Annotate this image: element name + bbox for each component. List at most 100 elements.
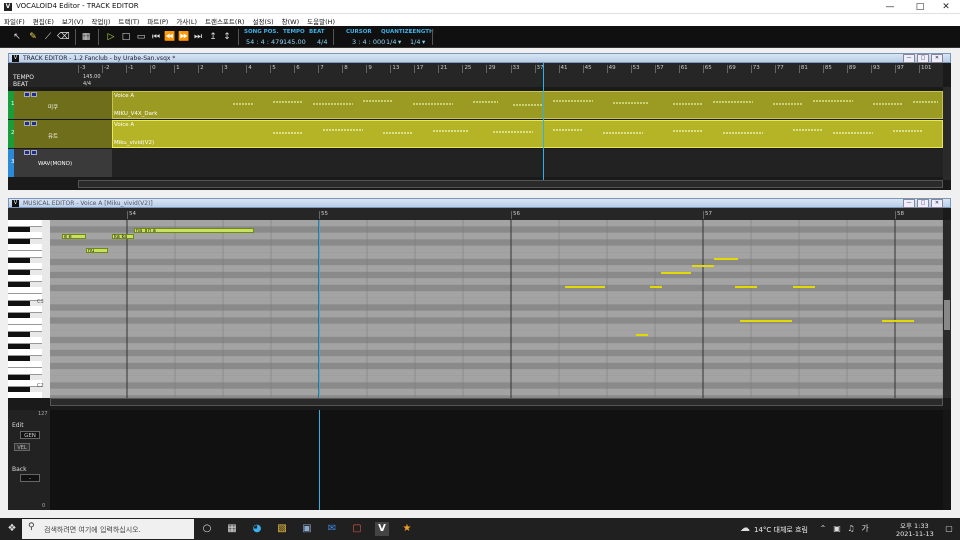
forward-icon[interactable]: ⏩ <box>178 31 190 43</box>
track-vertical-scrollbar[interactable] <box>943 87 951 180</box>
app-icon-red[interactable]: ▢ <box>350 522 364 536</box>
menu-file[interactable]: 파일(F) <box>0 14 29 26</box>
piano-key[interactable] <box>8 263 42 270</box>
menu-job[interactable]: 작업(J) <box>87 14 114 26</box>
track-3-lane[interactable] <box>112 149 943 177</box>
clock-time[interactable]: 오후 1:33 <box>900 520 929 530</box>
track-2-header[interactable]: 2 유트 <box>11 120 112 148</box>
musical-ruler[interactable]: 54 55 56 57 58 <box>8 208 943 220</box>
line-tool-icon[interactable]: ⟋ <box>42 31 54 43</box>
play-icon[interactable]: ▷ <box>105 31 117 43</box>
stop-icon[interactable]: □ <box>120 31 132 43</box>
track-1-part[interactable]: Voice A MIKU_V4X_Dark <box>112 91 943 119</box>
clock-date[interactable]: 2021-11-13 <box>896 530 934 538</box>
note-ka-ka[interactable]: ka ka <box>112 234 134 240</box>
track-2-solo-button[interactable] <box>31 121 37 126</box>
loop-icon[interactable]: ▭ <box>135 31 147 43</box>
weather-text[interactable]: 14°C 대체로 흐림 <box>754 525 808 535</box>
mail-icon[interactable]: ✉ <box>325 522 339 536</box>
piano-key[interactable] <box>8 275 42 282</box>
note-e-e[interactable]: e e <box>62 234 86 240</box>
piano-key[interactable] <box>8 318 42 325</box>
track-3-header[interactable]: 3 WAV(MONO) <box>11 149 112 177</box>
menu-view[interactable]: 보기(V) <box>58 14 87 26</box>
scroll-thumb[interactable] <box>944 300 950 330</box>
store-icon[interactable]: ▣ <box>300 522 314 536</box>
track-ruler[interactable]: TEMPO BEAT 145.00 4/4 -3 -2 -1 0 1 2 3 4 5 6 7 8 9 13… <box>8 63 943 88</box>
back-dropdown[interactable]: - <box>20 474 40 482</box>
menu-transport[interactable]: 트랜스포트(R) <box>201 14 249 26</box>
panel-close-button[interactable]: ✕ <box>931 199 943 208</box>
network-icon[interactable]: ▣ <box>830 522 844 536</box>
note-na[interactable]: na <box>134 228 146 234</box>
track-1-mute-button[interactable] <box>24 92 30 97</box>
piano-keyboard[interactable]: C3 C2 <box>8 220 50 398</box>
minimize-button[interactable]: — <box>876 0 904 14</box>
panel-restore-button[interactable]: □ <box>917 199 929 208</box>
quantize-dropdown[interactable]: 1/4 <box>386 38 396 46</box>
rewind-start-icon[interactable]: ⏮ <box>150 31 162 43</box>
cortana-icon[interactable]: ○ <box>200 522 214 536</box>
control-graph[interactable] <box>50 410 943 510</box>
track-2-mute-button[interactable] <box>24 121 30 126</box>
chevron-up-icon[interactable]: ⌃ <box>816 522 830 536</box>
piano-key[interactable] <box>8 361 42 368</box>
piano-key[interactable] <box>8 337 42 344</box>
piano-key[interactable] <box>8 392 42 398</box>
eraser-tool-icon[interactable]: ⌫ <box>57 31 70 43</box>
panel-minimize-button[interactable]: — <box>903 199 915 208</box>
quantize-chevron-icon[interactable]: ▾ <box>398 38 401 46</box>
file-explorer-icon[interactable]: ▧ <box>275 522 289 536</box>
track-1-header[interactable]: 1 미쿠 <box>11 91 112 119</box>
rewind-icon[interactable]: ⏪ <box>164 31 176 43</box>
forward-end-icon[interactable]: ⏭ <box>192 31 204 43</box>
menu-window[interactable]: 창(W) <box>278 14 303 26</box>
vel-button[interactable]: VEL <box>14 443 30 451</box>
pencil-tool-icon[interactable]: ✎ <box>27 31 39 43</box>
menu-edit[interactable]: 편집(E) <box>29 14 58 26</box>
notification-icon[interactable]: ▢ <box>942 522 956 536</box>
note-n-a[interactable]: n a <box>146 228 254 234</box>
windows-start-icon[interactable]: ❖ <box>5 522 19 536</box>
auto-scroll-icon[interactable]: ↥ <box>207 31 219 43</box>
grid-tool-icon[interactable]: ▦ <box>80 31 92 43</box>
piano-key[interactable] <box>8 325 42 332</box>
ime-indicator[interactable]: 가 <box>858 522 872 536</box>
piano-roll-grid[interactable]: e e nu ka ka na n a <box>50 220 943 398</box>
edge-icon[interactable]: ◕ <box>250 522 264 536</box>
edit-dropdown[interactable]: GEN <box>20 431 40 439</box>
menu-lyrics[interactable]: 가사(L) <box>172 14 201 26</box>
length-chevron-icon[interactable]: ▾ <box>422 38 425 46</box>
menu-track[interactable]: 트랙(T) <box>114 14 143 26</box>
vocaloid-taskbar-icon[interactable]: V <box>375 522 389 536</box>
piano-key[interactable] <box>8 251 42 258</box>
track-2-part[interactable]: Voice A Miku_vivid(V2) <box>112 120 943 148</box>
beat-value[interactable]: 4/4 <box>317 38 327 46</box>
volume-icon[interactable]: ♫ <box>844 522 858 536</box>
piano-key[interactable] <box>8 306 42 313</box>
tempo-value[interactable]: 145.00 <box>283 38 306 46</box>
taskbar-search[interactable]: ⚲ 검색하려면 여기에 입력하십시오. <box>22 519 194 539</box>
menu-settings[interactable]: 설정(S) <box>248 14 277 26</box>
metronome-icon[interactable]: ↕ <box>221 31 233 43</box>
close-button[interactable]: ✕ <box>932 0 960 14</box>
musical-vertical-scrollbar[interactable] <box>943 220 951 398</box>
panel-close-button[interactable]: ✕ <box>931 54 943 63</box>
panel-restore-button[interactable]: □ <box>917 54 929 63</box>
piano-key[interactable] <box>8 368 42 375</box>
maximize-button[interactable]: □ <box>906 0 934 14</box>
track-playhead[interactable] <box>543 63 544 181</box>
track-1-solo-button[interactable] <box>31 92 37 97</box>
track-3-solo-button[interactable] <box>31 150 37 155</box>
task-view-icon[interactable]: ▦ <box>225 522 239 536</box>
menu-part[interactable]: 파트(P) <box>143 14 172 26</box>
piano-key[interactable] <box>8 349 42 356</box>
piano-key[interactable] <box>8 244 42 251</box>
length-dropdown[interactable]: 1/4 <box>410 38 420 46</box>
piano-key[interactable] <box>8 220 42 227</box>
piano-key[interactable] <box>8 287 42 294</box>
track-horizontal-scrollbar[interactable] <box>78 180 943 188</box>
track-3-mute-button[interactable] <box>24 150 30 155</box>
arrow-tool-icon[interactable]: ↖ <box>11 31 23 43</box>
note-nu[interactable]: nu <box>86 248 108 254</box>
